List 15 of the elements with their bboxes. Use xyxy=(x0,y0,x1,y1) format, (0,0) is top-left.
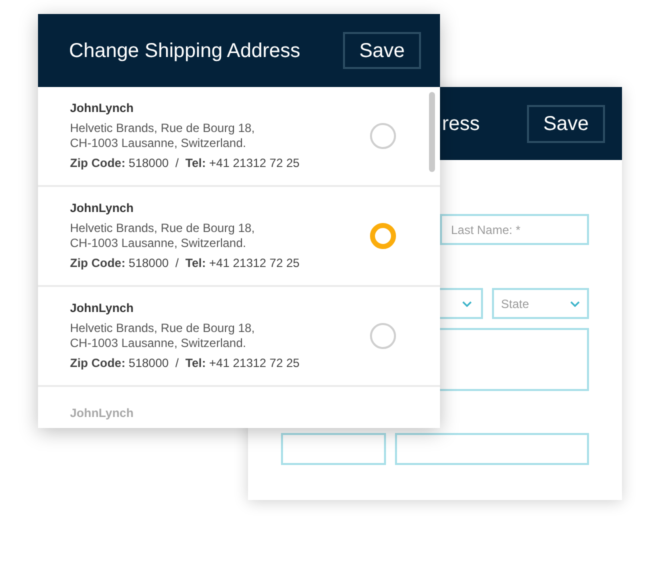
address-name: JohnLynch xyxy=(70,201,135,216)
address-line: Helvetic Brands, Rue de Bourg 18, xyxy=(70,221,256,236)
address-name: JohnLynch xyxy=(70,301,135,316)
contact-info: Zip Code: 518000 / Tel: +41 21312 72 25 xyxy=(70,156,301,171)
dialog-title: Change Shipping Address xyxy=(69,38,300,64)
address-name: JohnLynch xyxy=(70,406,134,420)
contact-info: Zip Code: 518000 / Tel: +41 21312 72 25 xyxy=(70,256,301,271)
address-line: CH-1003 Lausanne, Switzerland. xyxy=(70,136,248,151)
dialog-title: ress xyxy=(442,112,480,136)
address-name: JohnLynch xyxy=(70,101,135,116)
address-line: Helvetic Brands, Rue de Bourg 18, xyxy=(70,121,256,136)
address-line: CH-1003 Lausanne, Switzerland. xyxy=(70,236,248,251)
address-line: CH-1003 Lausanne, Switzerland. xyxy=(70,336,248,351)
address-line: Helvetic Brands, Rue de Bourg 18, xyxy=(70,321,256,336)
contact-info: Zip Code: 518000 / Tel: +41 21312 72 25 xyxy=(70,356,301,371)
